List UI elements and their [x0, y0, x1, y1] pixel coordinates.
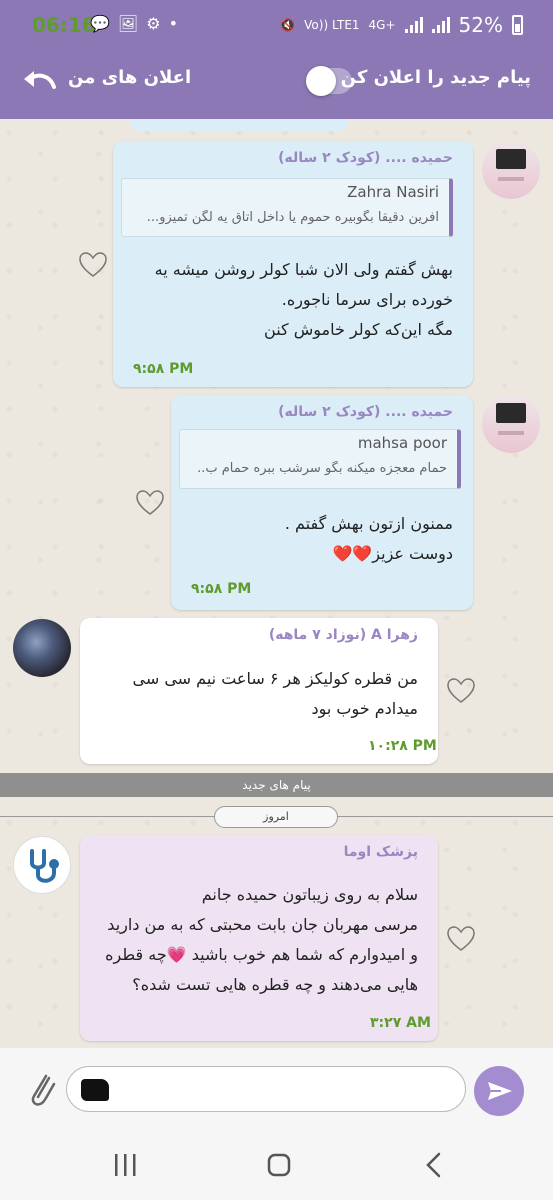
- network-label: Vo)) LTE1: [304, 18, 360, 32]
- network-type-label: 4G+: [368, 18, 396, 32]
- reply-quote[interactable]: mahsa poor حمام معجزه میکنه بگو سرشب ببر…: [179, 429, 461, 489]
- message-text: سلام به روی زیباتون حمیده جانم مرسی مهرب…: [105, 885, 418, 994]
- message-bubble[interactable]: حمیده .... (کودک ۲ ساله) mahsa poor حمام…: [171, 395, 473, 610]
- heart-icon[interactable]: [446, 925, 476, 953]
- message-bubble[interactable]: حمیده .... (کودک ۲ ساله) Zahra Nasiri اف…: [113, 141, 473, 387]
- settings-notification-icon: ⚙: [146, 14, 161, 33]
- back-button[interactable]: [424, 1152, 444, 1178]
- mute-icon: 🔇: [280, 18, 296, 32]
- send-button[interactable]: [474, 1066, 524, 1116]
- home-button[interactable]: [266, 1152, 292, 1178]
- avatar[interactable]: [13, 836, 71, 894]
- message-composer: [0, 1048, 553, 1138]
- send-icon: [488, 1082, 512, 1100]
- quote-name: mahsa poor: [357, 434, 447, 452]
- day-label: امروز: [214, 806, 338, 828]
- message-text: بهش گفتم ولی الان شبا کولر روشن میشه یه …: [154, 260, 453, 339]
- back-arrow-icon[interactable]: [20, 65, 60, 95]
- heart-icon[interactable]: [78, 251, 108, 279]
- image-notification-icon: 🖼: [117, 14, 139, 33]
- message-text: ممنون ازتون بهش گفتم . دوست عزیز❤️❤️: [284, 514, 453, 563]
- message-time: ۹:۵۸ PM: [133, 361, 194, 377]
- message-time: ۱۰:۲۸ PM: [368, 738, 437, 754]
- battery-icon: [512, 15, 523, 35]
- previous-bubble-edge: [129, 119, 348, 131]
- status-time: 06:16: [32, 13, 96, 37]
- reply-quote[interactable]: Zahra Nasiri افرین دقیقا بگوبیره حموم یا…: [121, 178, 453, 237]
- message-input[interactable]: [66, 1066, 466, 1112]
- message-bubble[interactable]: پزشک اوما سلام به روی زیباتون حمیده جانم…: [80, 835, 438, 1041]
- quote-text: افرین دقیقا بگوبیره حموم یا داخل اتاق یه…: [146, 210, 439, 225]
- message-bubble[interactable]: زهرا A (نوزاد ۷ ماهه) من قطره کولیکز هر …: [80, 618, 438, 764]
- chat-area[interactable]: حمیده .... (کودک ۲ ساله) Zahra Nasiri اف…: [0, 119, 553, 1048]
- attach-icon[interactable]: [26, 1068, 56, 1110]
- new-messages-divider: پیام های جدید: [0, 773, 553, 797]
- status-right: 🔇 Vo)) LTE1 4G+ 52%: [280, 13, 523, 37]
- heart-icon[interactable]: [446, 677, 476, 705]
- heart-icon[interactable]: [135, 489, 165, 517]
- chat-notification-icon: 💬: [90, 14, 110, 33]
- status-notification-icons: 💬 🖼 ⚙ •: [90, 14, 178, 33]
- system-nav-bar: [0, 1138, 553, 1200]
- recent-apps-button[interactable]: [112, 1152, 138, 1178]
- page-title: اعلان های من: [68, 67, 192, 88]
- signal-icon-2: [431, 17, 450, 33]
- sender-name[interactable]: حمیده .... (کودک ۲ ساله): [278, 150, 453, 166]
- sender-name[interactable]: پزشک اوما: [344, 844, 418, 860]
- status-bar: 06:16 💬 🖼 ⚙ • 🔇 Vo)) LTE1 4G+ 52%: [0, 0, 553, 41]
- avatar[interactable]: [482, 395, 540, 453]
- signal-icon: [404, 17, 423, 33]
- sticker-icon: [81, 1079, 109, 1101]
- sender-name[interactable]: زهرا A (نوزاد ۷ ماهه): [269, 627, 418, 643]
- quote-name: Zahra Nasiri: [347, 183, 439, 201]
- message-text: من قطره کولیکز هر ۶ ساعت نیم سی سی میداد…: [132, 669, 418, 718]
- toggle-knob: [306, 66, 336, 96]
- stethoscope-icon: [30, 849, 59, 883]
- quote-text: حمام معجزه میکنه بگو سرشب ببره حمام ب..: [197, 461, 447, 476]
- avatar[interactable]: [13, 619, 71, 677]
- app-header: اعلان های من پیام جدید را اعلان کن: [0, 41, 553, 119]
- notify-label: پیام جدید را اعلان کن: [340, 67, 531, 88]
- sender-name[interactable]: حمیده .... (کودک ۲ ساله): [278, 404, 453, 420]
- message-time: ۹:۵۸ PM: [191, 581, 252, 597]
- avatar[interactable]: [482, 141, 540, 199]
- dot-icon: •: [168, 14, 179, 33]
- message-time: ۳:۲۷ AM: [370, 1015, 431, 1031]
- battery-percent: 52%: [458, 13, 503, 37]
